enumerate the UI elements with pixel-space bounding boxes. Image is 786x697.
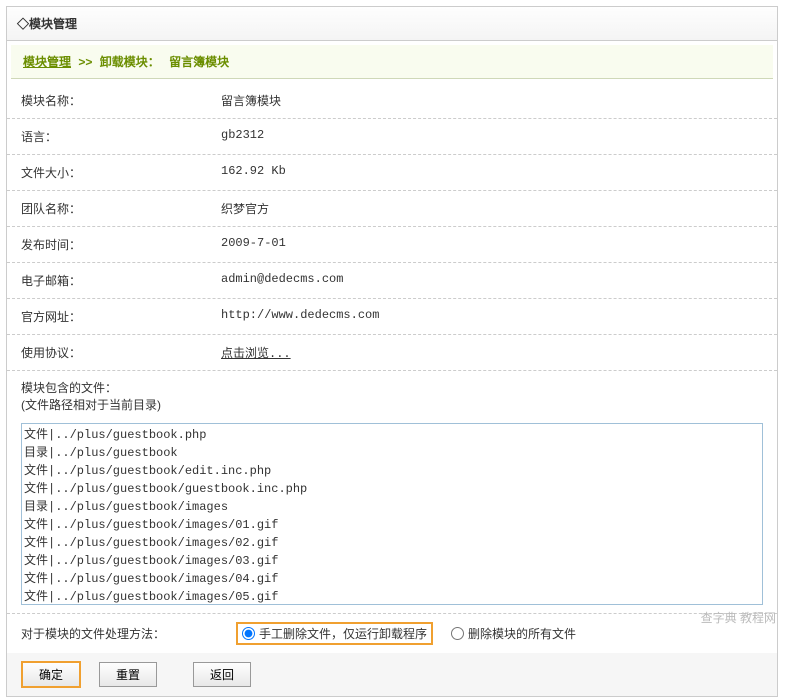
label-publish-date: 发布时间： xyxy=(21,236,221,253)
label-module-name: 模块名称： xyxy=(21,92,221,109)
breadcrumb-action: 卸载模块： xyxy=(100,55,160,69)
label-team: 团队名称： xyxy=(21,200,221,217)
file-item: 目录|../plus/guestbook xyxy=(24,444,760,462)
main-container: ◇模块管理 模块管理 >> 卸载模块： 留言簿模块 模块名称： 留言簿模块 语言… xyxy=(6,6,778,697)
label-url: 官方网址： xyxy=(21,308,221,325)
content: 模块名称： 留言簿模块 语言： gb2312 文件大小： 162.92 Kb 团… xyxy=(7,83,777,696)
value-module-name: 留言簿模块 xyxy=(221,92,763,109)
return-button[interactable]: 返回 xyxy=(193,662,251,687)
value-url: http://www.dedecms.com xyxy=(221,308,763,325)
breadcrumb: 模块管理 >> 卸载模块： 留言簿模块 xyxy=(11,45,773,79)
file-item: 文件|../plus/guestbook/images/04.gif xyxy=(24,570,760,588)
row-publish-date: 发布时间： 2009-7-01 xyxy=(7,227,777,263)
label-email: 电子邮箱： xyxy=(21,272,221,289)
radio-group: 手工删除文件，仅运行卸载程序 删除模块的所有文件 xyxy=(236,622,582,645)
label-language: 语言： xyxy=(21,128,221,145)
radio-deleteall-input[interactable] xyxy=(451,627,464,640)
row-module-name: 模块名称： 留言簿模块 xyxy=(7,83,777,119)
breadcrumb-link[interactable]: 模块管理 xyxy=(23,55,71,69)
file-item: 文件|../plus/guestbook/images/01.gif xyxy=(24,516,760,534)
reset-button[interactable]: 重置 xyxy=(99,662,157,687)
file-item: 文件|../plus/guestbook/edit.inc.php xyxy=(24,462,760,480)
value-language: gb2312 xyxy=(221,128,763,145)
header: ◇模块管理 xyxy=(7,7,777,41)
value-license[interactable]: 点击浏览... xyxy=(221,344,763,361)
row-team: 团队名称： 织梦官方 xyxy=(7,191,777,227)
confirm-button[interactable]: 确定 xyxy=(21,661,81,688)
value-email: admin@dedecms.com xyxy=(221,272,763,289)
radio-option-deleteall[interactable]: 删除模块的所有文件 xyxy=(445,622,582,645)
row-email: 电子邮箱： admin@dedecms.com xyxy=(7,263,777,299)
breadcrumb-separator: >> xyxy=(78,55,92,69)
file-list[interactable]: 文件|../plus/guestbook.php 目录|../plus/gues… xyxy=(21,423,763,605)
button-row: 确定 重置 返回 xyxy=(7,653,777,696)
page-title: ◇模块管理 xyxy=(17,17,77,31)
file-item: 文件|../plus/guestbook.php xyxy=(24,426,760,444)
file-section: 模块包含的文件： (文件路径相对于当前目录) xyxy=(7,371,777,421)
value-publish-date: 2009-7-01 xyxy=(221,236,763,253)
watermark: 查字典 教程网 xyxy=(701,609,776,626)
row-filesize: 文件大小： 162.92 Kb xyxy=(7,155,777,191)
row-license: 使用协议： 点击浏览... xyxy=(7,335,777,371)
label-filesize: 文件大小： xyxy=(21,164,221,181)
radio-option-manual[interactable]: 手工删除文件，仅运行卸载程序 xyxy=(236,622,433,645)
file-item: 文件|../plus/guestbook/images/05.gif xyxy=(24,588,760,605)
radio-manual-input[interactable] xyxy=(242,627,255,640)
file-item: 目录|../plus/guestbook/images xyxy=(24,498,760,516)
file-item: 文件|../plus/guestbook/images/02.gif xyxy=(24,534,760,552)
row-language: 语言： gb2312 xyxy=(7,119,777,155)
file-item: 文件|../plus/guestbook/images/03.gif xyxy=(24,552,760,570)
label-license: 使用协议： xyxy=(21,344,221,361)
value-filesize: 162.92 Kb xyxy=(221,164,763,181)
file-item: 文件|../plus/guestbook/guestbook.inc.php xyxy=(24,480,760,498)
radio-row: 对于模块的文件处理方法： 手工删除文件，仅运行卸载程序 删除模块的所有文件 xyxy=(7,613,777,653)
value-team: 织梦官方 xyxy=(221,200,763,217)
breadcrumb-module: 留言簿模块 xyxy=(169,55,229,69)
file-section-subtitle: (文件路径相对于当前目录) xyxy=(21,396,763,413)
file-section-title: 模块包含的文件： xyxy=(21,379,763,396)
row-url: 官方网址： http://www.dedecms.com xyxy=(7,299,777,335)
